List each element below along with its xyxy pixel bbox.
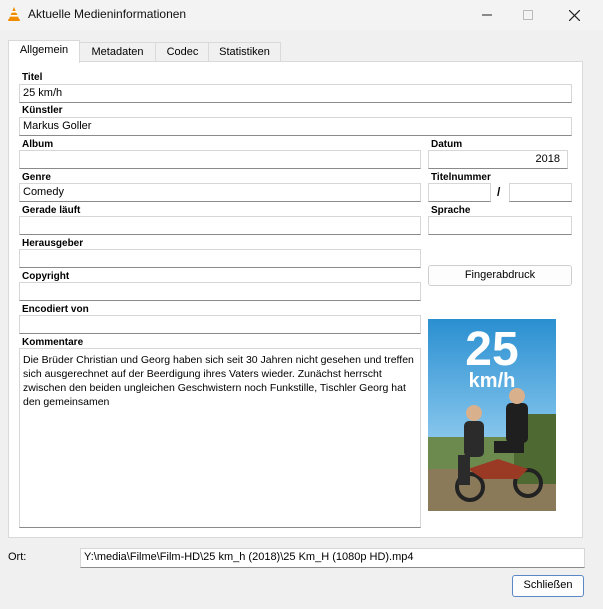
tab-allgemein[interactable]: Allgemein <box>8 40 80 63</box>
datum-label: Datum <box>431 139 463 150</box>
gerade-laeuft-field[interactable] <box>19 216 421 235</box>
kuenstler-label: Künstler <box>22 105 63 116</box>
cover-art-image: 25 km/h <box>428 319 556 511</box>
titelnummer-total-field[interactable] <box>509 183 572 202</box>
herausgeber-label: Herausgeber <box>22 238 84 249</box>
window-title: Aktuelle Medieninformationen <box>28 7 187 21</box>
minimize-button[interactable] <box>464 0 510 30</box>
kommentare-textarea[interactable]: Die Brüder Christian und Georg haben sic… <box>19 348 421 528</box>
maximize-icon <box>523 10 533 20</box>
titelnummer-label: Titelnummer <box>431 172 491 183</box>
title-bar: Aktuelle Medieninformationen <box>0 0 603 30</box>
tab-statistiken[interactable]: Statistiken <box>208 42 281 62</box>
tab-metadaten[interactable]: Metadaten <box>78 42 157 62</box>
location-label: Ort: <box>8 551 27 563</box>
minimize-icon <box>482 14 492 16</box>
genre-label: Genre <box>22 172 51 183</box>
titelnummer-field[interactable] <box>428 183 491 202</box>
close-button[interactable]: Schließen <box>512 575 584 597</box>
tab-codec[interactable]: Codec <box>155 42 210 62</box>
copyright-field[interactable] <box>19 282 421 301</box>
genre-field[interactable]: Comedy <box>19 183 421 202</box>
close-window-button[interactable] <box>551 0 597 30</box>
copyright-label: Copyright <box>22 271 70 282</box>
cover-art: 25 km/h <box>428 319 556 511</box>
cover-title-number: 25 <box>465 323 518 376</box>
fingerprint-button[interactable]: Fingerabdruck <box>428 265 572 286</box>
titel-field[interactable]: 25 km/h <box>19 84 572 103</box>
encodiert-von-label: Encodiert von <box>22 304 89 315</box>
kommentare-label: Kommentare <box>22 337 84 348</box>
sprache-label: Sprache <box>431 205 471 216</box>
datum-field[interactable]: 2018 <box>428 150 568 169</box>
encodiert-von-field[interactable] <box>19 315 421 334</box>
cover-title-unit: km/h <box>469 370 516 392</box>
album-label: Album <box>22 139 54 150</box>
sprache-field[interactable] <box>428 216 572 235</box>
titel-label: Titel <box>22 72 43 83</box>
close-icon <box>568 9 580 21</box>
location-field[interactable]: Y:\media\Filme\Film-HD\25 km_h (2018)\25… <box>80 548 585 568</box>
vlc-cone-icon <box>8 7 20 21</box>
gerade-laeuft-label: Gerade läuft <box>22 205 81 216</box>
maximize-button[interactable] <box>505 0 551 30</box>
titelnummer-separator: / <box>497 185 501 199</box>
album-field[interactable] <box>19 150 421 169</box>
herausgeber-field[interactable] <box>19 249 421 268</box>
kuenstler-field[interactable]: Markus Goller <box>19 117 572 136</box>
